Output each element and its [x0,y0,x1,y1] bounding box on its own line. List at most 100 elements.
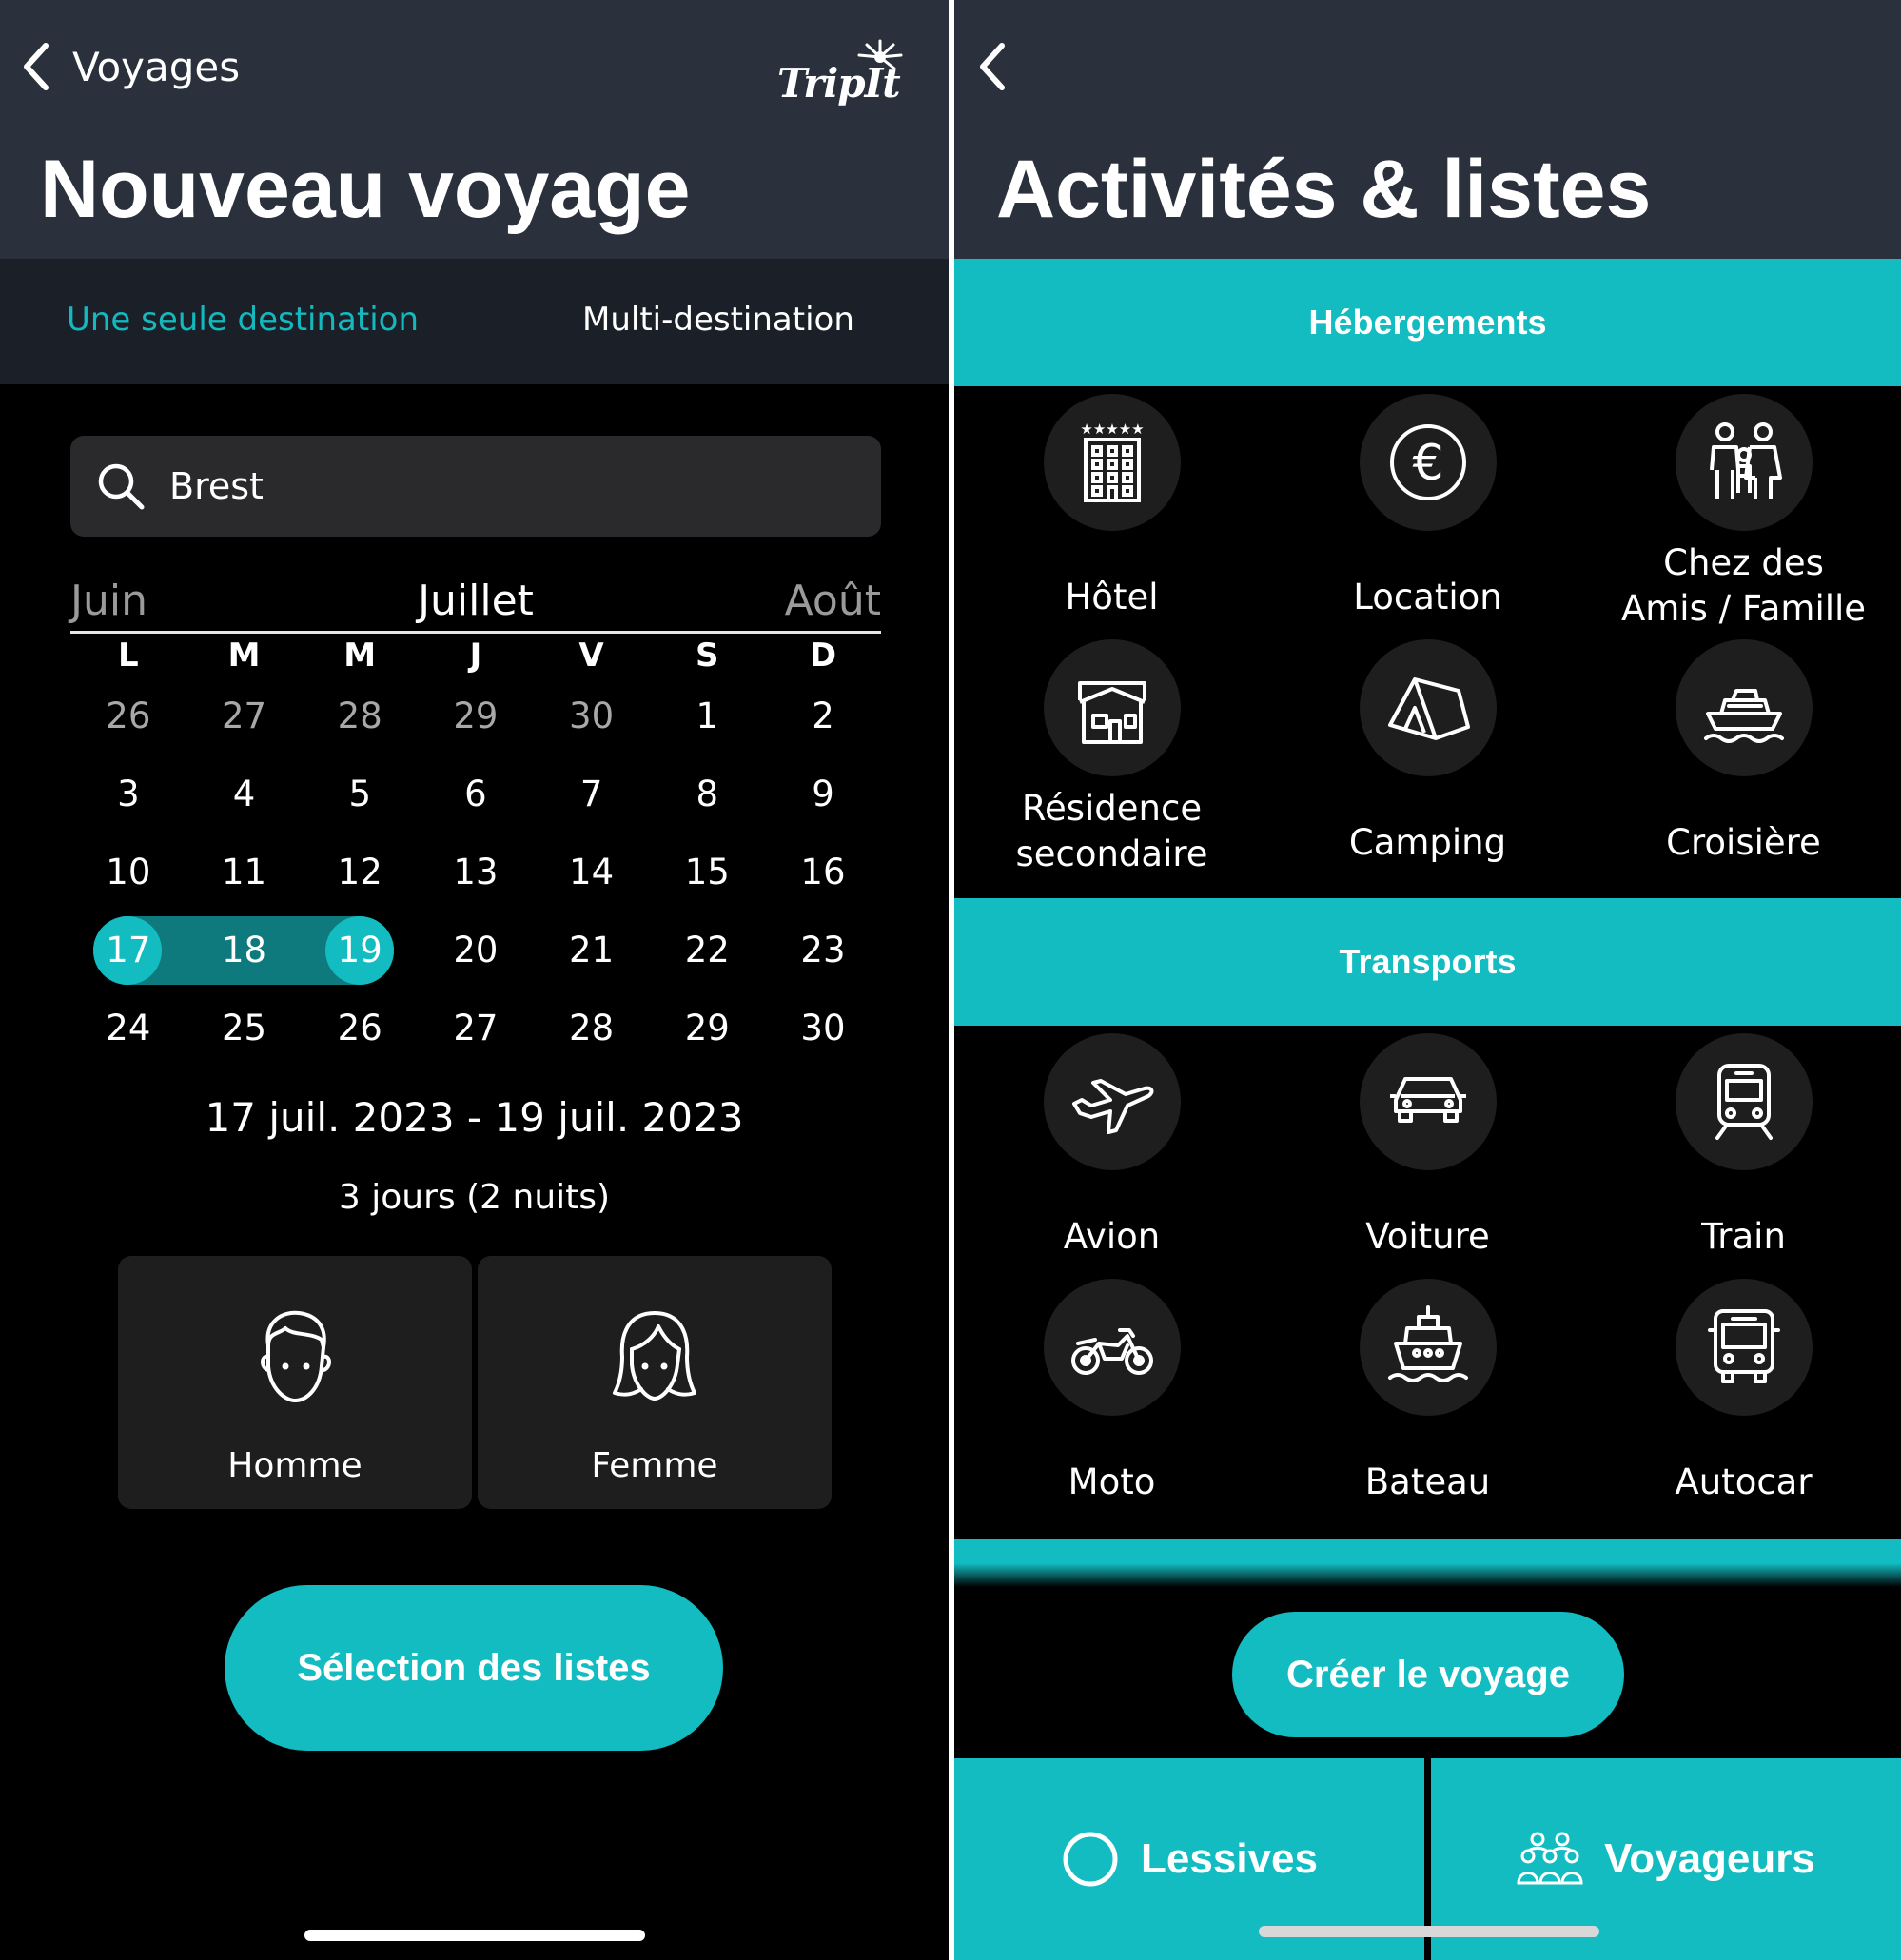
home-indicator[interactable] [1259,1926,1599,1937]
activity-camping[interactable]: Camping [1270,639,1585,866]
boat-icon [1359,1279,1497,1416]
calendar-day[interactable]: 5 [302,755,418,833]
calendar-day[interactable]: 21 [534,911,650,990]
calendar-week: 10 11 12 13 14 15 16 [70,833,881,911]
activity-label: Chez des Amis / Famille [1586,540,1901,632]
calendar-day[interactable]: 27 [418,990,534,1068]
section-header-transports: Transports [954,898,1901,1026]
hotel-icon: ★★★★★ [1043,394,1181,531]
calendar-day[interactable]: 13 [418,833,534,911]
bus-icon [1675,1279,1813,1416]
calendar-day[interactable]: 6 [418,755,534,833]
calendar-day[interactable]: 26 [70,677,186,755]
calendar-day[interactable]: 25 [186,990,303,1068]
calendar-day[interactable]: 30 [765,990,881,1068]
transport-car[interactable]: Voiture [1270,1033,1585,1260]
activity-location[interactable]: € Location [1270,394,1585,620]
calendar-week-selected: 17 18 19 20 21 22 23 [70,911,881,990]
calendar-day[interactable]: 28 [302,677,418,755]
next-month[interactable]: Août [785,577,881,625]
tab-label: Lessives [1141,1835,1318,1882]
transport-train[interactable]: Train [1586,1033,1901,1260]
transport-bus[interactable]: Autocar [1586,1279,1901,1505]
transport-motorcycle[interactable]: Moto [954,1279,1269,1505]
activity-friends-family[interactable]: Chez des Amis / Famille [1586,394,1901,632]
calendar-day[interactable]: 23 [765,911,881,990]
svg-text:★★★★★: ★★★★★ [1080,421,1144,438]
chevron-left-icon [24,43,49,90]
calendar-day[interactable]: 26 [302,990,418,1068]
activity-label-line2: Amis / Famille [1620,588,1867,629]
search-icon [98,463,145,510]
calendar-day[interactable]: 8 [649,755,765,833]
calendar-day[interactable]: 20 [418,911,534,990]
home-indicator[interactable] [304,1930,645,1941]
gender-female-option[interactable]: Femme [478,1256,832,1509]
calendar-day[interactable]: 14 [534,833,650,911]
select-lists-button[interactable]: Sélection des listes [225,1585,723,1751]
tab-multi-destination[interactable]: Multi-destination [582,301,854,339]
calendar-day[interactable]: 29 [418,677,534,755]
activity-label-line2: secondaire [1015,833,1208,874]
destination-search-input[interactable]: Brest [70,436,881,537]
activity-label-line1: Chez des [1663,542,1824,583]
transport-label: Train [1701,1216,1786,1257]
calendar-day[interactable]: 24 [70,990,186,1068]
calendar-day[interactable]: 2 [765,677,881,755]
destination-type-tabs: Une seule destination Multi-destination [0,259,949,384]
activity-cruise[interactable]: Croisière [1586,639,1901,866]
tab-single-destination[interactable]: Une seule destination [67,301,419,339]
calendar-day-in-range[interactable]: 18 [186,911,303,990]
activity-label: Location [1353,577,1502,617]
calendar-day-range-end[interactable]: 19 [302,911,418,990]
circle-icon [1063,1832,1118,1887]
activity-label: Camping [1348,822,1507,863]
calendar-day[interactable]: 22 [649,911,765,990]
calendar: Juin Juillet Août L M M J V S D 26 27 28… [70,571,881,1068]
house-icon [1043,639,1181,776]
activity-label: Résidence secondaire [954,786,1269,877]
calendar-day[interactable]: 30 [534,677,650,755]
activity-secondary-residence[interactable]: Résidence secondaire [954,639,1269,877]
transport-boat[interactable]: Bateau [1270,1279,1585,1505]
svg-text:€: € [1412,435,1443,492]
calendar-day[interactable]: 10 [70,833,186,911]
back-button[interactable]: Voyages [21,42,240,91]
man-face-icon [261,1310,331,1402]
header: Voyages TripIt Nouveau voyage [0,0,949,259]
motorcycle-icon [1043,1279,1181,1416]
woman-face-icon [613,1311,696,1401]
gender-male-option[interactable]: Homme [118,1256,472,1509]
calendar-day[interactable]: 1 [649,677,765,755]
calendar-day[interactable]: 27 [186,677,303,755]
activity-label-line1: Résidence [1021,788,1203,829]
activity-hotel[interactable]: ★★★★★ Hôtel [954,394,1269,620]
calendar-day-range-start[interactable]: 17 [70,911,186,990]
car-icon [1359,1033,1497,1170]
calendar-day[interactable]: 11 [186,833,303,911]
logo-text: TripIt [777,60,901,107]
calendar-day[interactable]: 7 [534,755,650,833]
calendar-day[interactable]: 16 [765,833,881,911]
transport-label: Autocar [1675,1461,1813,1502]
month-selector: Juin Juillet Août [70,571,881,634]
calendar-day[interactable]: 3 [70,755,186,833]
back-button[interactable] [977,42,1006,91]
weekday-label: M [343,637,377,675]
calendar-week: 26 27 28 29 30 1 2 [70,677,881,755]
calendar-day[interactable]: 4 [186,755,303,833]
transport-plane[interactable]: Avion [954,1033,1269,1260]
calendar-day[interactable]: 28 [534,990,650,1068]
current-month: Juillet [418,577,534,625]
transport-label: Avion [1063,1216,1161,1257]
family-icon [1675,394,1813,531]
create-trip-button[interactable]: Créer le voyage [1232,1612,1624,1737]
calendar-day[interactable]: 12 [302,833,418,911]
calendar-day[interactable]: 15 [649,833,765,911]
activity-label: Croisière [1666,822,1821,863]
calendar-day[interactable]: 29 [649,990,765,1068]
train-icon [1675,1033,1813,1170]
calendar-day[interactable]: 9 [765,755,881,833]
back-label: Voyages [72,43,241,90]
search-value: Brest [169,465,264,507]
